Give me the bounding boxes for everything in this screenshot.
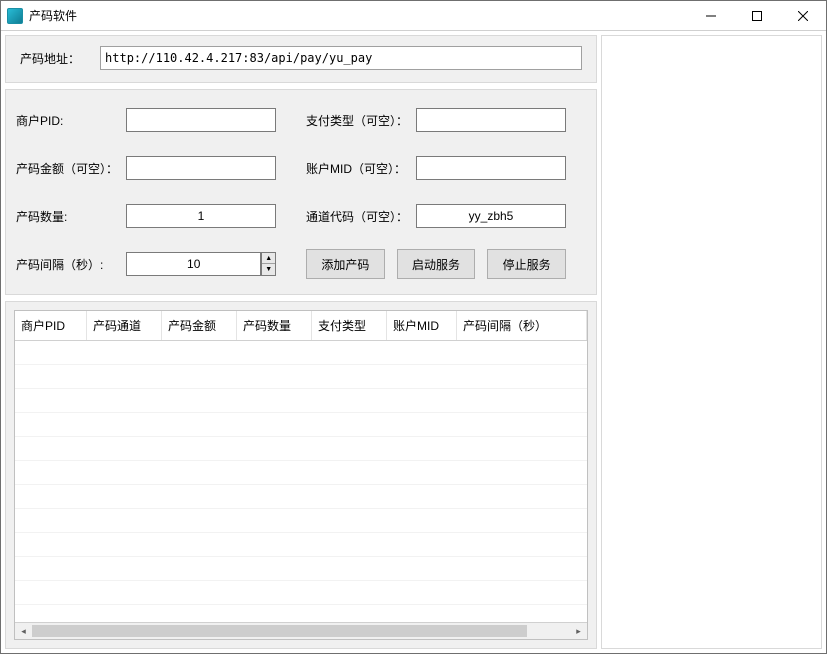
app-window: 产码软件 产码地址： 商户PID: 支付类型（可空）： xyxy=(0,0,827,654)
app-icon xyxy=(7,8,23,24)
table-group: 商户PID 产码通道 产码金额 产码数量 支付类型 账户MID 产码间隔（秒） … xyxy=(5,301,597,649)
scroll-thumb[interactable] xyxy=(32,625,527,637)
interval-input[interactable] xyxy=(126,252,261,276)
channel-code-input[interactable] xyxy=(416,204,566,228)
close-icon xyxy=(798,11,808,21)
spinner-buttons: ▲ ▼ xyxy=(261,252,276,276)
col-interval[interactable]: 产码间隔（秒） xyxy=(457,311,587,340)
grid-body[interactable] xyxy=(15,341,587,622)
pay-type-label: 支付类型（可空）： xyxy=(306,112,416,129)
address-input[interactable] xyxy=(100,46,582,70)
col-amount[interactable]: 产码金额 xyxy=(162,311,237,340)
quantity-label: 产码数量: xyxy=(16,208,126,225)
maximize-button[interactable] xyxy=(734,1,780,31)
col-merchant-pid[interactable]: 商户PID xyxy=(15,311,87,340)
data-grid: 商户PID 产码通道 产码金额 产码数量 支付类型 账户MID 产码间隔（秒） … xyxy=(14,310,588,640)
quantity-input[interactable] xyxy=(126,204,276,228)
account-mid-label: 账户MID（可空）： xyxy=(306,160,416,177)
amount-input[interactable] xyxy=(126,156,276,180)
col-quantity[interactable]: 产码数量 xyxy=(237,311,312,340)
channel-code-label: 通道代码（可空）： xyxy=(306,208,416,225)
interval-spinner: ▲ ▼ xyxy=(126,252,276,276)
main-panel: 产码地址： 商户PID: 支付类型（可空）： 产码金额（可空）： 账户MID（可… xyxy=(5,35,597,649)
log-panel[interactable] xyxy=(601,35,822,649)
col-account-mid[interactable]: 账户MID xyxy=(387,311,457,340)
grid-header: 商户PID 产码通道 产码金额 产码数量 支付类型 账户MID 产码间隔（秒） xyxy=(15,311,587,341)
scroll-right-icon[interactable]: ▸ xyxy=(570,623,587,639)
stop-button[interactable]: 停止服务 xyxy=(487,249,566,279)
merchant-pid-input[interactable] xyxy=(126,108,276,132)
scroll-track[interactable] xyxy=(32,623,570,639)
horizontal-scrollbar[interactable]: ◂ ▸ xyxy=(15,622,587,639)
title-bar: 产码软件 xyxy=(1,1,826,31)
start-button[interactable]: 启动服务 xyxy=(397,249,476,279)
client-area: 产码地址： 商户PID: 支付类型（可空）： 产码金额（可空）： 账户MID（可… xyxy=(1,31,826,653)
interval-label: 产码间隔（秒）: xyxy=(16,256,126,273)
add-button[interactable]: 添加产码 xyxy=(306,249,385,279)
merchant-pid-label: 商户PID: xyxy=(16,112,126,129)
spinner-up-button[interactable]: ▲ xyxy=(262,253,275,264)
minimize-button[interactable] xyxy=(688,1,734,31)
address-label: 产码地址： xyxy=(20,50,80,67)
col-channel[interactable]: 产码通道 xyxy=(87,311,162,340)
account-mid-input[interactable] xyxy=(416,156,566,180)
scroll-left-icon[interactable]: ◂ xyxy=(15,623,32,639)
maximize-icon xyxy=(752,11,762,21)
address-group: 产码地址： xyxy=(5,35,597,83)
minimize-icon xyxy=(706,11,716,21)
form-group: 商户PID: 支付类型（可空）： 产码金额（可空）： 账户MID（可空）： 产码… xyxy=(5,89,597,295)
pay-type-input[interactable] xyxy=(416,108,566,132)
amount-label: 产码金额（可空）： xyxy=(16,160,126,177)
spinner-down-button[interactable]: ▼ xyxy=(262,264,275,275)
close-button[interactable] xyxy=(780,1,826,31)
window-title: 产码软件 xyxy=(29,7,77,24)
col-pay-type[interactable]: 支付类型 xyxy=(312,311,387,340)
